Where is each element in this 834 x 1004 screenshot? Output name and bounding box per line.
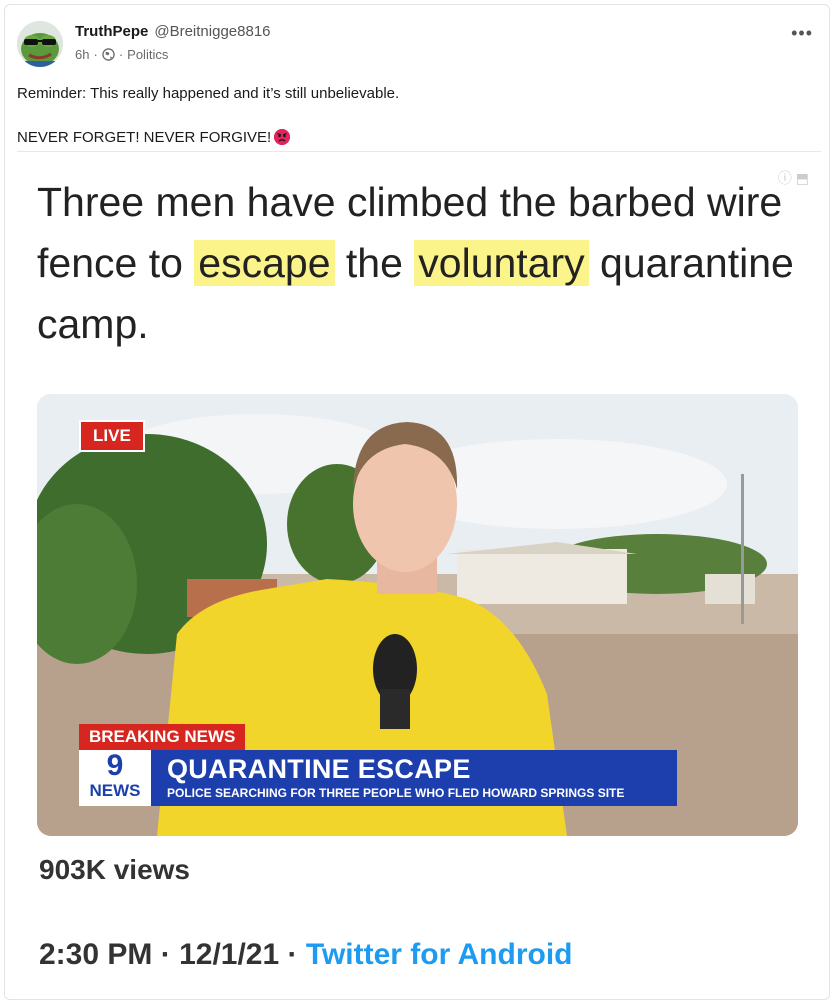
tweet-text-part: the (334, 240, 415, 286)
tweet-screenshot-image[interactable]: ⓘ ⬒ Three men have climbed the barbed wi… (17, 151, 821, 999)
post-text-line: Reminder: This really happened and it’s … (17, 85, 400, 102)
view-count: 903K views (39, 854, 190, 885)
globe-icon (102, 48, 115, 61)
separator: · (287, 938, 298, 971)
chyron-headline: QUARANTINE ESCAPE (167, 754, 471, 784)
separator: · (160, 938, 171, 971)
news-video-frame[interactable]: LIVE BREAKING NEWS 9 NEWS QUARANTINE ESC… (37, 394, 798, 836)
pepe-avatar-icon (17, 21, 63, 67)
post-header: TruthPepe @Breitnigge8816 6h · · Politics… (17, 19, 817, 69)
highlighted-word: escape (194, 240, 335, 286)
separator: · (93, 47, 98, 62)
avatar[interactable] (17, 21, 63, 67)
logo-word: NEWS (89, 781, 141, 800)
post-meta: 6h · · Politics (75, 47, 168, 62)
author-name[interactable]: TruthPepe (75, 23, 148, 40)
angry-emoji-icon (274, 129, 291, 145)
tweet-date: 12/1/21 (179, 938, 280, 971)
tweet-text: Three men have climbed the barbed wire f… (37, 172, 797, 355)
author-line: TruthPepe @Breitnigge8816 (75, 23, 271, 40)
highlighted-word: voluntary (414, 240, 589, 286)
post-category[interactable]: Politics (127, 47, 168, 62)
logo-number: 9 (106, 749, 124, 782)
post-card: TruthPepe @Breitnigge8816 6h · · Politics… (4, 4, 830, 1000)
news-chyron: 9 NEWS QUARANTINE ESCAPE POLICE SEARCHIN… (79, 750, 677, 806)
tweet-timestamp: 2:30 PM · 12/1/21 · Twitter for Android (39, 938, 573, 972)
nine-news-logo: 9 NEWS (79, 750, 151, 806)
author-handle[interactable]: @Breitnigge8816 (154, 23, 270, 40)
separator: · (118, 47, 124, 62)
post-time[interactable]: 6h (75, 47, 89, 62)
post-text-line: NEVER FORGET! NEVER FORGIVE! (17, 127, 399, 149)
post-body: Reminder: This really happened and it’s … (17, 83, 399, 149)
post-text-line-2: NEVER FORGET! NEVER FORGIVE! (17, 129, 272, 146)
tweet-time: 2:30 PM (39, 938, 153, 971)
more-options-button[interactable]: ••• (791, 23, 813, 44)
chyron-subheadline: POLICE SEARCHING FOR THREE PEOPLE WHO FL… (167, 786, 625, 800)
live-badge: LIVE (79, 420, 145, 452)
tweet-source-app: Twitter for Android (305, 938, 573, 971)
breaking-news-label: BREAKING NEWS (79, 724, 246, 750)
